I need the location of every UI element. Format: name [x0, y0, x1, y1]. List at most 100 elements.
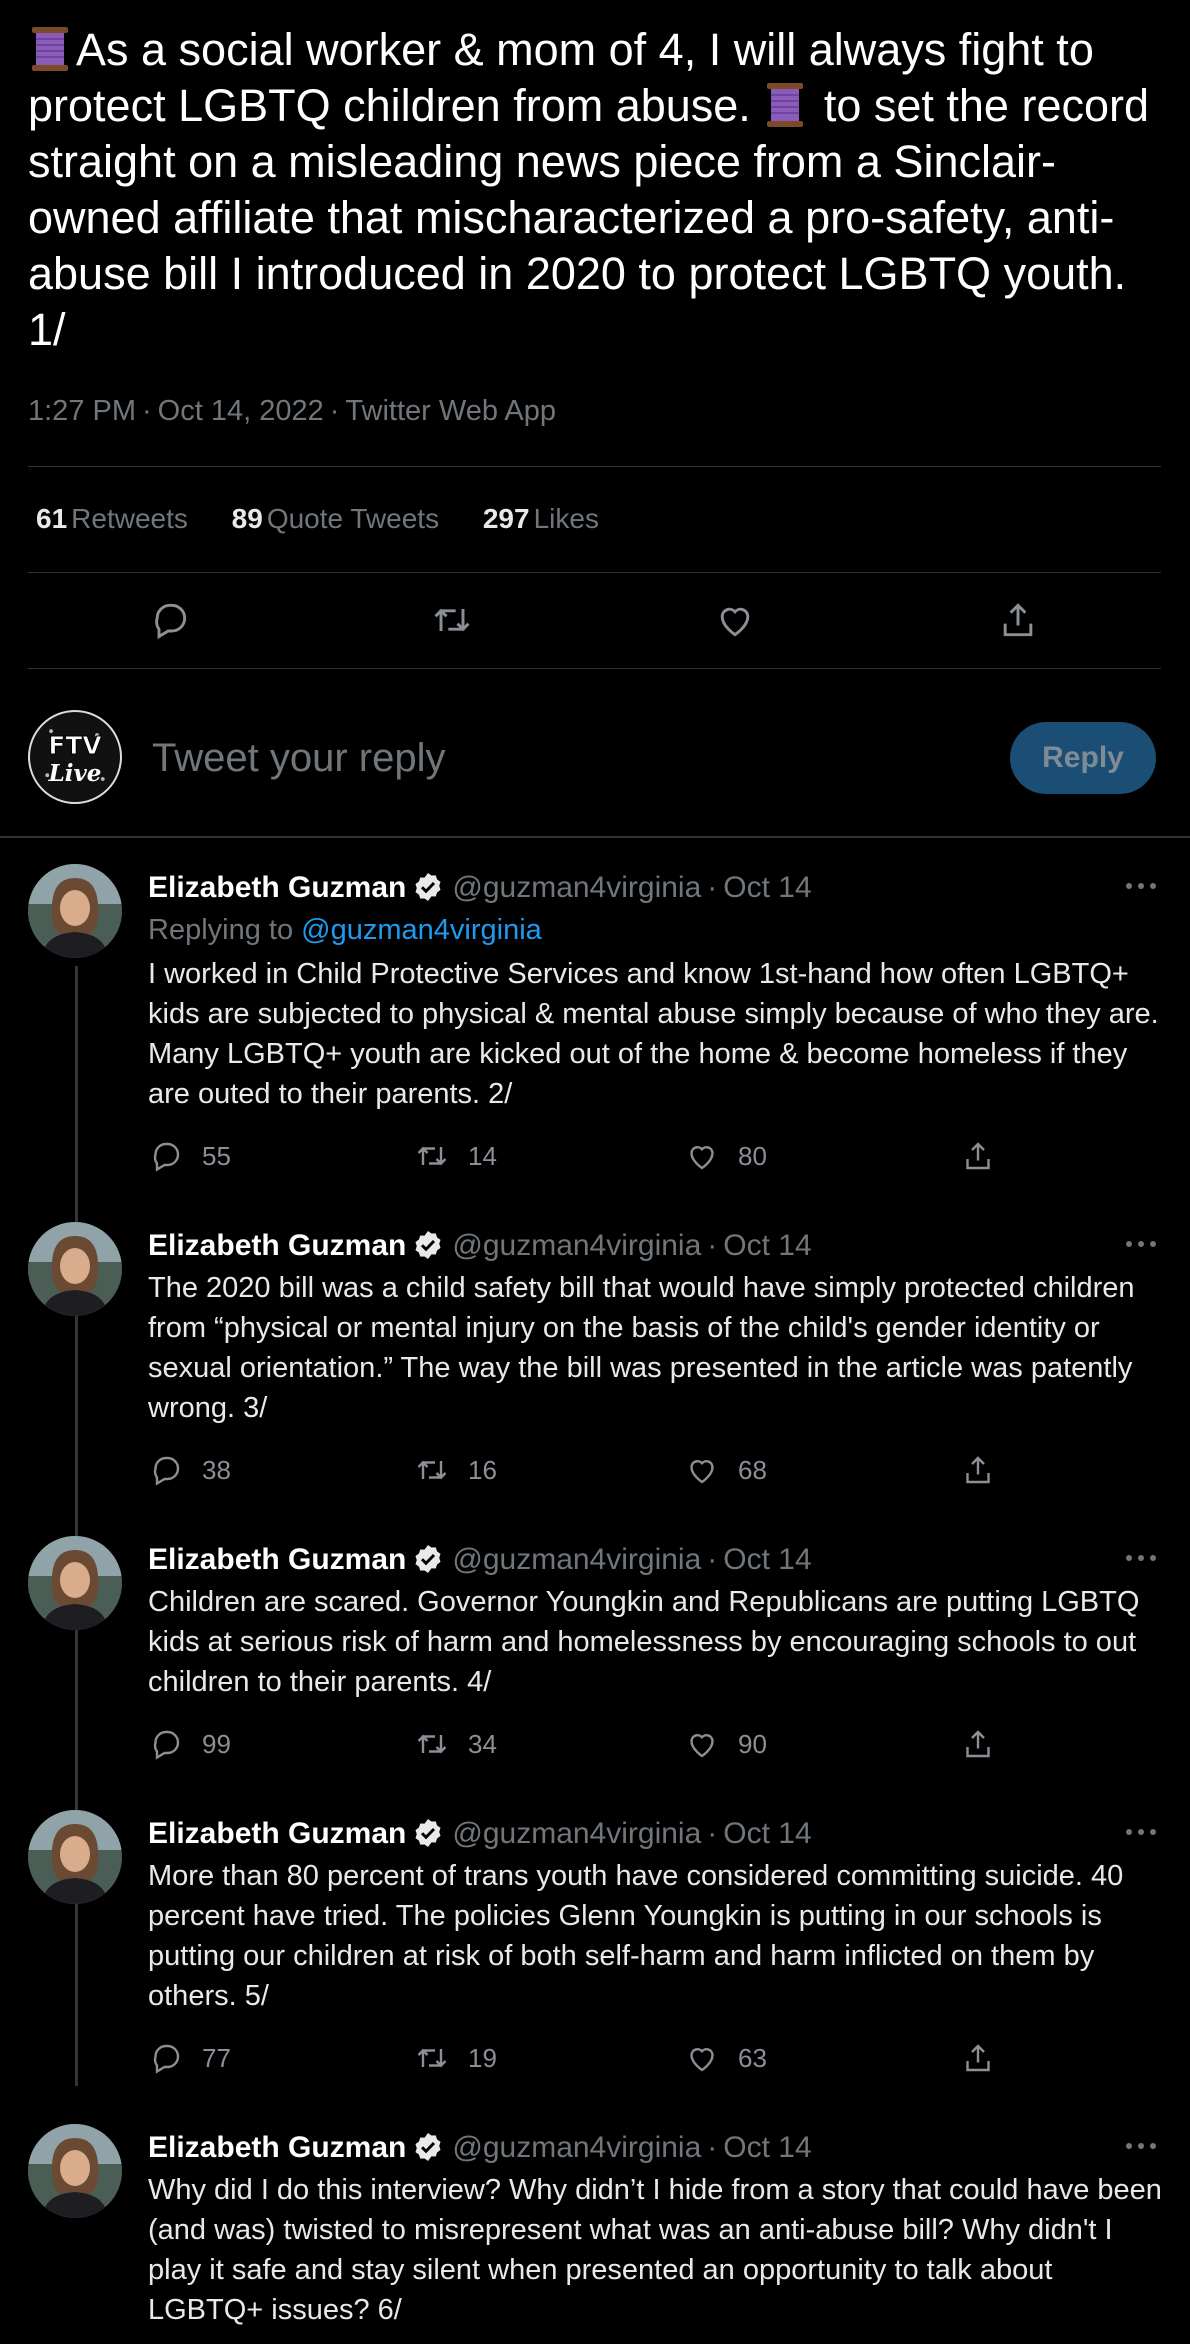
user-avatar[interactable]: FTV Live — [28, 710, 122, 804]
more-options-icon[interactable] — [1124, 2136, 1158, 2156]
retweet-count-button[interactable]: 34 — [414, 1724, 497, 1764]
retweets-stat[interactable]: 61 Retweets — [36, 503, 188, 535]
share-button[interactable] — [960, 1724, 1014, 1764]
reply-actions: 38 16 68 — [148, 1450, 1048, 1490]
author-handle[interactable]: @guzman4virginia — [452, 871, 701, 904]
divider — [28, 466, 1161, 467]
retweet-icon — [417, 1146, 447, 1166]
more-options-icon[interactable] — [1124, 1822, 1158, 1842]
reply-date[interactable]: Oct 14 — [723, 2131, 811, 2164]
avatar[interactable] — [28, 864, 122, 958]
reply-actions: 99 34 90 — [148, 1724, 1048, 1764]
reply-count-button[interactable]: 38 — [148, 1450, 231, 1490]
retweet-icon — [417, 1460, 447, 1480]
reply-header: Elizabeth Guzman @guzman4virginia · Oct 14 — [148, 871, 812, 904]
avatar[interactable] — [28, 1222, 122, 1316]
avatar-text-top: FTV — [48, 731, 102, 760]
thread-reply[interactable]: Elizabeth Guzman @guzman4virginia · Oct 14 … — [0, 1536, 1190, 1786]
reply-header: Elizabeth Guzman @guzman4virginia · Oct 14 — [148, 1543, 812, 1576]
reply-button[interactable]: Reply — [1010, 722, 1156, 794]
reply-header: Elizabeth Guzman @guzman4virginia · Oct 14 — [148, 2131, 812, 2164]
reply-actions: 77 19 63 — [148, 2038, 1048, 2078]
author-name[interactable]: Elizabeth Guzman — [148, 1817, 406, 1850]
reply-icon — [153, 1456, 180, 1486]
author-handle[interactable]: @guzman4virginia — [452, 1229, 701, 1262]
like-count-button[interactable]: 63 — [684, 2038, 767, 2078]
reply-text: Children are scared. Governor Youngkin a… — [148, 1586, 1140, 1698]
reply-actions: 55 14 80 — [148, 1136, 1048, 1176]
like-icon[interactable] — [713, 598, 757, 642]
reply-date[interactable]: Oct 14 — [723, 1229, 811, 1262]
divider — [0, 836, 1190, 838]
thread-reply[interactable]: Elizabeth Guzman @guzman4virginia · Oct 14 … — [0, 2124, 1190, 2344]
reply-count-button[interactable]: 99 — [148, 1724, 231, 1764]
verified-badge-icon — [412, 1817, 444, 1849]
reply-input[interactable] — [152, 728, 972, 788]
share-icon[interactable] — [996, 598, 1040, 642]
tweet-source[interactable]: Twitter Web App — [345, 395, 556, 427]
retweet-icon — [417, 1734, 447, 1754]
retweet-count-button[interactable]: 19 — [414, 2038, 497, 2078]
like-count-button[interactable]: 90 — [684, 1724, 767, 1764]
like-icon — [690, 1460, 714, 1484]
like-icon — [690, 1734, 714, 1758]
tweet-stats: 61 Retweets 89 Quote Tweets 297 Likes — [36, 503, 635, 535]
retweet-count-button[interactable]: 14 — [414, 1136, 497, 1176]
reply-text: More than 80 percent of trans youth have… — [148, 1860, 1124, 2012]
divider — [28, 668, 1161, 669]
author-handle[interactable]: @guzman4virginia — [452, 1543, 701, 1576]
reply-text: Why did I do this interview? Why didn’t … — [148, 2174, 1162, 2326]
reply-text: The 2020 bill was a child safety bill th… — [148, 1272, 1135, 1424]
thread-spool-icon — [763, 81, 807, 129]
like-icon — [690, 1146, 714, 1170]
reply-date[interactable]: Oct 14 — [723, 1543, 811, 1576]
author-name[interactable]: Elizabeth Guzman — [148, 1543, 406, 1576]
more-options-icon[interactable] — [1124, 1234, 1158, 1254]
divider — [28, 572, 1161, 573]
author-name[interactable]: Elizabeth Guzman — [148, 1229, 406, 1262]
tweet-time[interactable]: 1:27 PM — [28, 395, 136, 427]
thread-reply[interactable]: Elizabeth Guzman @guzman4virginia · Oct 14 … — [0, 864, 1190, 1184]
more-options-icon[interactable] — [1124, 1548, 1158, 1568]
reply-date[interactable]: Oct 14 — [723, 1817, 811, 1850]
mention-link[interactable]: @guzman4virginia — [301, 914, 542, 946]
reply-icon — [153, 2044, 180, 2074]
share-button[interactable] — [960, 2038, 1014, 2078]
verified-badge-icon — [412, 1543, 444, 1575]
thread-reply[interactable]: Elizabeth Guzman @guzman4virginia · Oct 14 … — [0, 1810, 1190, 2100]
share-icon — [966, 2044, 990, 2072]
share-icon — [966, 1456, 990, 1484]
thread-spool-icon — [28, 25, 72, 73]
verified-badge-icon — [412, 2131, 444, 2163]
like-count-button[interactable]: 68 — [684, 1450, 767, 1490]
retweet-count-button[interactable]: 16 — [414, 1450, 497, 1490]
retweet-icon[interactable] — [430, 598, 474, 642]
like-icon — [690, 2048, 714, 2072]
retweet-icon — [417, 2048, 447, 2068]
avatar[interactable] — [28, 1536, 122, 1630]
tweet-meta: 1:27 PM · Oct 14, 2022 · Twitter Web App — [28, 395, 557, 427]
reply-count-button[interactable]: 55 — [148, 1136, 231, 1176]
quote-tweets-stat[interactable]: 89 Quote Tweets — [232, 503, 439, 535]
share-icon — [966, 1142, 990, 1170]
share-button[interactable] — [960, 1450, 1014, 1490]
tweet-thread-page: As a social worker & mom of 4, I will al… — [0, 0, 1190, 2344]
reply-header: Elizabeth Guzman @guzman4virginia · Oct 14 — [148, 1817, 812, 1850]
avatar[interactable] — [28, 1810, 122, 1904]
like-count-button[interactable]: 80 — [684, 1136, 767, 1176]
reply-date[interactable]: Oct 14 — [723, 871, 811, 904]
verified-badge-icon — [412, 871, 444, 903]
reply-icon — [153, 1730, 180, 1760]
share-button[interactable] — [960, 1136, 1014, 1176]
author-name[interactable]: Elizabeth Guzman — [148, 871, 406, 904]
author-handle[interactable]: @guzman4virginia — [452, 1817, 701, 1850]
reply-count-button[interactable]: 77 — [148, 2038, 231, 2078]
reply-icon[interactable] — [148, 598, 192, 642]
more-options-icon[interactable] — [1124, 876, 1158, 896]
tweet-date[interactable]: Oct 14, 2022 — [158, 395, 324, 427]
avatar[interactable] — [28, 2124, 122, 2218]
likes-stat[interactable]: 297 Likes — [483, 503, 599, 535]
thread-reply[interactable]: Elizabeth Guzman @guzman4virginia · Oct 14 … — [0, 1222, 1190, 1512]
author-name[interactable]: Elizabeth Guzman — [148, 2131, 406, 2164]
author-handle[interactable]: @guzman4virginia — [452, 2131, 701, 2164]
